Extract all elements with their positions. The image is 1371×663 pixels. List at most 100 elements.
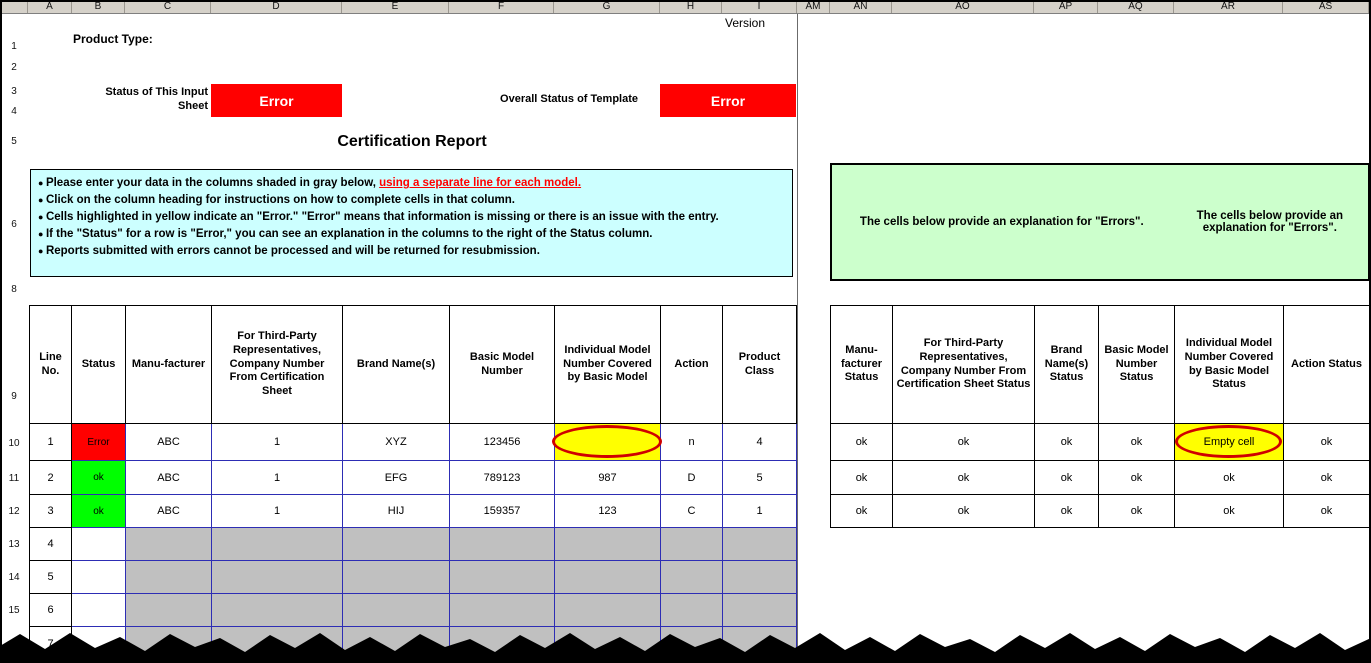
separate-line-link[interactable]: using a separate line for each model [379, 177, 578, 189]
cell-basic-model[interactable]: 159357 [450, 495, 555, 528]
cell-manufacturer[interactable]: ABC [126, 424, 212, 461]
cell-individual-model-status[interactable]: ok [1175, 461, 1284, 495]
cell-line-no[interactable]: 3 [30, 495, 72, 528]
cell-manufacturer-status[interactable]: ok [831, 461, 893, 495]
col-header-individual-model-status[interactable]: Individual Model Number Covered by Basic… [1175, 306, 1284, 424]
cell-status[interactable]: ok [72, 461, 126, 495]
column-letter-G[interactable]: G [554, 0, 660, 13]
column-letter-AS[interactable]: AS [1283, 0, 1369, 13]
row-number-4[interactable]: 4 [1, 105, 27, 118]
cell-basic-model-empty[interactable] [450, 528, 555, 561]
cell-brand-name[interactable]: HIJ [343, 495, 450, 528]
cell-line-no[interactable]: 2 [30, 461, 72, 495]
cell-company-number-status[interactable]: ok [893, 424, 1035, 461]
column-letter-AP[interactable]: AP [1034, 0, 1098, 13]
column-letter-A[interactable]: A [28, 0, 72, 13]
row-number-12[interactable]: 12 [1, 505, 27, 518]
cell-company-number[interactable]: 1 [212, 495, 343, 528]
cell-action-status[interactable]: ok [1284, 495, 1370, 528]
col-header-manufacturer[interactable]: Manu-facturer [126, 306, 212, 424]
cell-status[interactable] [72, 528, 126, 561]
cell-company-number-status[interactable]: ok [893, 495, 1035, 528]
cell-action-empty[interactable] [661, 528, 723, 561]
cell-manufacturer-status[interactable]: ok [831, 424, 893, 461]
col-header-action[interactable]: Action [661, 306, 723, 424]
cell-product-class[interactable]: 5 [723, 461, 797, 495]
cell-brand-name[interactable]: EFG [343, 461, 450, 495]
col-header-line-no[interactable]: Line No. [30, 306, 72, 424]
cell-action-empty[interactable] [661, 561, 723, 594]
row-number-9[interactable]: 9 [1, 390, 27, 403]
column-letter-C[interactable]: C [125, 0, 211, 13]
cell-basic-model-empty[interactable] [450, 561, 555, 594]
row-number-3[interactable]: 3 [1, 85, 27, 98]
cell-brand-name-status[interactable]: ok [1035, 424, 1099, 461]
col-header-status[interactable]: Status [72, 306, 126, 424]
cell-status[interactable]: ok [72, 495, 126, 528]
cell-basic-model[interactable]: 789123 [450, 461, 555, 495]
cell-company-number[interactable]: 1 [212, 424, 343, 461]
cell-action-status[interactable]: ok [1284, 461, 1370, 495]
cell-status[interactable]: Error [72, 424, 126, 461]
cell-status[interactable] [72, 561, 126, 594]
cell-action-status[interactable]: ok [1284, 424, 1370, 461]
cell-brand-name-status[interactable]: ok [1035, 495, 1099, 528]
column-letter-F[interactable]: F [449, 0, 554, 13]
row-number-5[interactable]: 5 [1, 135, 27, 148]
col-header-brand-name[interactable]: Brand Name(s) [343, 306, 450, 424]
cell-individual-model-empty[interactable] [555, 528, 661, 561]
cell-company-number[interactable]: 1 [212, 461, 343, 495]
row-number-1[interactable]: 1 [1, 40, 27, 53]
cell-product-class[interactable]: 4 [723, 424, 797, 461]
col-header-company-number-status[interactable]: For Third-Party Representatives, Company… [893, 306, 1035, 424]
cell-basic-model-status[interactable]: ok [1099, 495, 1175, 528]
cell-company-number-status[interactable]: ok [893, 461, 1035, 495]
column-letter-I[interactable]: I [722, 0, 797, 13]
cell-individual-model[interactable]: 987 [555, 461, 661, 495]
column-letter-B[interactable]: B [72, 0, 125, 13]
col-header-product-class[interactable]: Product Class [723, 306, 797, 424]
row-number-10[interactable]: 10 [1, 437, 27, 450]
row-number-14[interactable]: 14 [1, 571, 27, 584]
col-header-company-number[interactable]: For Third-Party Representatives, Company… [212, 306, 343, 424]
input-sheet-status-cell[interactable]: Error [211, 84, 342, 117]
column-letter-AM[interactable]: AM [797, 0, 830, 13]
cell-brand-name-status[interactable]: ok [1035, 461, 1099, 495]
row-number-6[interactable]: 6 [1, 218, 27, 231]
cell-individual-model[interactable]: 123 [555, 495, 661, 528]
column-letter-AO[interactable]: AO [892, 0, 1034, 13]
cell-manufacturer[interactable]: ABC [126, 495, 212, 528]
col-header-manufacturer-status[interactable]: Manu-facturer Status [831, 306, 893, 424]
column-letter-D[interactable]: D [211, 0, 342, 13]
column-letter-H[interactable]: H [660, 0, 722, 13]
row-number-8[interactable]: 8 [1, 283, 27, 296]
cell-line-no[interactable]: 1 [30, 424, 72, 461]
cell-product-class-empty[interactable] [723, 561, 797, 594]
row-number-2[interactable]: 2 [1, 61, 27, 74]
cell-manufacturer-status[interactable]: ok [831, 495, 893, 528]
col-header-brand-name-status[interactable]: Brand Name(s) Status [1035, 306, 1099, 424]
row-number-13[interactable]: 13 [1, 538, 27, 551]
column-letter-AN[interactable]: AN [830, 0, 892, 13]
cell-action[interactable]: n [661, 424, 723, 461]
cell-line-no[interactable]: 5 [30, 561, 72, 594]
col-header-basic-model[interactable]: Basic Model Number [450, 306, 555, 424]
col-header-basic-model-status[interactable]: Basic Model Number Status [1099, 306, 1175, 424]
cell-company-number-empty[interactable] [212, 561, 343, 594]
cell-action[interactable]: D [661, 461, 723, 495]
cell-basic-model-status[interactable]: ok [1099, 424, 1175, 461]
row-number-15[interactable]: 15 [1, 604, 27, 617]
cell-brand-name[interactable]: XYZ [343, 424, 450, 461]
cell-product-class-empty[interactable] [723, 528, 797, 561]
cell-product-class[interactable]: 1 [723, 495, 797, 528]
col-header-action-status[interactable]: Action Status [1284, 306, 1370, 424]
cell-individual-model-status[interactable]: ok [1175, 495, 1284, 528]
col-header-individual-model[interactable]: Individual Model Number Covered by Basic… [555, 306, 661, 424]
cell-company-number-empty[interactable] [212, 528, 343, 561]
cell-brand-name-empty[interactable] [343, 528, 450, 561]
cell-manufacturer-empty[interactable] [126, 528, 212, 561]
cell-action[interactable]: C [661, 495, 723, 528]
column-letter-AR[interactable]: AR [1174, 0, 1283, 13]
cell-brand-name-empty[interactable] [343, 561, 450, 594]
cell-line-no[interactable]: 4 [30, 528, 72, 561]
